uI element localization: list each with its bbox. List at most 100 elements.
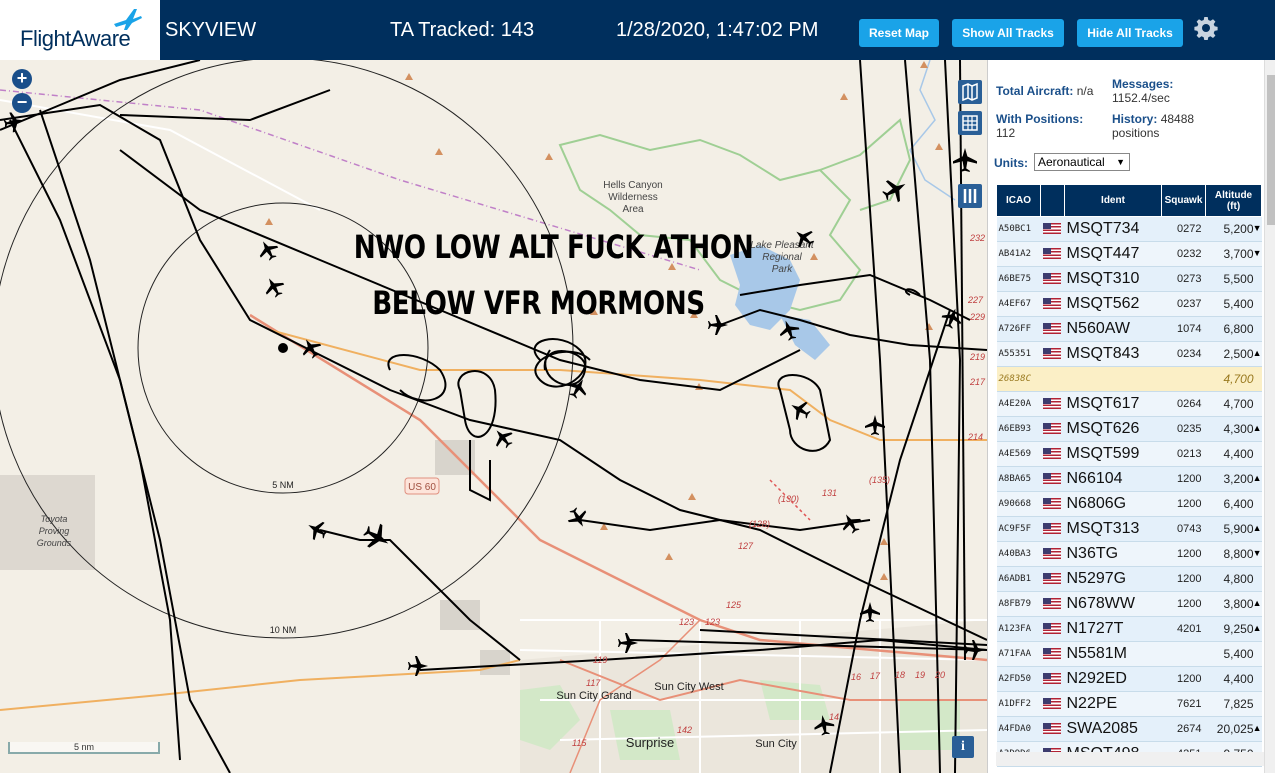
ident-cell: N560AW xyxy=(1064,316,1162,342)
units-select[interactable]: Aeronautical ▼ xyxy=(1034,153,1130,171)
place-label: Sun City Grand xyxy=(556,690,631,702)
squawk-cell: 0237 xyxy=(1161,291,1206,317)
table-row[interactable]: AB41A2 MSQT447 0232 3,700 ▼ xyxy=(996,241,1262,267)
us-flag-icon xyxy=(1042,423,1061,435)
flag-cell xyxy=(1040,366,1065,392)
columns-icon[interactable] xyxy=(958,184,982,208)
ident-cell: MSQT734 xyxy=(1064,216,1162,242)
table-row[interactable]: 26838C 4,700 xyxy=(996,366,1262,392)
vertical-scrollbar[interactable] xyxy=(1264,60,1275,773)
altitude-cell: 2,500 ▲ xyxy=(1205,341,1262,367)
table-row[interactable]: A4E20A MSQT617 0264 4,700 xyxy=(996,391,1262,417)
top-bar: FlightAware SKYVIEW TA Tracked: 143 1/28… xyxy=(0,0,1275,60)
show-all-tracks-button[interactable]: Show All Tracks xyxy=(952,19,1064,47)
svg-text:119: 119 xyxy=(593,655,607,665)
altitude-cell: 3,200 ▲ xyxy=(1205,466,1262,492)
us-flag-icon xyxy=(1042,223,1061,235)
squawk-cell: 0264 xyxy=(1161,391,1206,417)
zoom-in-button[interactable]: + xyxy=(12,69,32,89)
svg-text:20: 20 xyxy=(934,670,945,680)
altitude-value: 9,250 xyxy=(1223,622,1254,636)
ident-cell: N678WW xyxy=(1064,591,1162,617)
altitude-cell: 8,800 ▼ xyxy=(1205,541,1262,567)
table-row[interactable]: AC9F5F MSQT313 0743 5,900 ▲ xyxy=(996,516,1262,542)
table-row[interactable]: A6EB93 MSQT626 0235 4,300 ▲ xyxy=(996,416,1262,442)
svg-text:229: 229 xyxy=(969,312,985,322)
table-row[interactable]: A4E569 MSQT599 0213 4,400 xyxy=(996,441,1262,467)
hide-all-tracks-button[interactable]: Hide All Tracks xyxy=(1077,19,1183,47)
map-layers-icon[interactable] xyxy=(958,80,982,104)
us-flag-icon xyxy=(1042,523,1061,535)
table-row[interactable]: A6ADB1 N5297G 1200 4,800 xyxy=(996,566,1262,592)
altitude-value: 5,500 xyxy=(1223,272,1254,286)
table-row[interactable]: A55351 MSQT843 0234 2,500 ▲ xyxy=(996,341,1262,367)
climb-arrow-icon: ▲ xyxy=(1252,348,1262,358)
table-row[interactable]: A90668 N6806G 1200 6,400 xyxy=(996,491,1262,517)
gear-icon[interactable] xyxy=(1194,16,1218,40)
urban-area xyxy=(440,600,480,630)
table-row[interactable]: A8FB79 N678WW 1200 3,800 ▲ xyxy=(996,591,1262,617)
table-row[interactable]: A4EF67 MSQT562 0237 5,400 xyxy=(996,291,1262,317)
altitude-value: 4,400 xyxy=(1223,672,1254,686)
info-icon[interactable]: i xyxy=(952,736,974,758)
squawk-cell: 0273 xyxy=(1161,266,1206,292)
squawk-cell: 1200 xyxy=(1161,541,1206,567)
place-label: Wilderness xyxy=(608,192,657,203)
altitude-cell: 3,800 ▲ xyxy=(1205,591,1262,617)
grid-icon[interactable] xyxy=(958,111,982,135)
icao-cell: A8FB79 xyxy=(996,591,1041,617)
svg-text:117: 117 xyxy=(586,678,601,688)
column-header-altitude[interactable]: Altitude (ft) xyxy=(1205,184,1262,217)
us-flag-icon xyxy=(1042,573,1061,585)
altitude-cell: 5,500 xyxy=(1205,266,1262,292)
table-row[interactable]: A4FDA0 SWA2085 2674 20,025 ▲ xyxy=(996,716,1262,742)
altitude-cell: 4,400 xyxy=(1205,666,1262,692)
column-header-squawk[interactable]: Squawk xyxy=(1161,184,1206,217)
column-header-icao[interactable]: ICAO xyxy=(996,184,1041,217)
flag-cell xyxy=(1040,491,1065,517)
zoom-out-button[interactable]: − xyxy=(12,93,32,113)
us-flag-icon xyxy=(1042,723,1061,735)
altitude-cell: 4,400 xyxy=(1205,441,1262,467)
us-flag-icon xyxy=(1042,648,1061,660)
history-stat: History: 48488 positions xyxy=(1112,112,1194,140)
ident-cell: MSQT310 xyxy=(1064,266,1162,292)
map-canvas[interactable]: Hells Canyon Wilderness Area Lake Pleasa… xyxy=(0,60,987,773)
flag-cell xyxy=(1040,566,1065,592)
svg-text:(128): (128) xyxy=(749,519,770,529)
reset-map-button[interactable]: Reset Map xyxy=(859,19,939,47)
table-row[interactable]: A1DFF2 N22PE 7621 7,825 xyxy=(996,691,1262,717)
flag-cell xyxy=(1040,541,1065,567)
column-header-flag[interactable] xyxy=(1040,184,1065,217)
altitude-cell: 4,700 xyxy=(1205,366,1262,392)
table-row[interactable]: A726FF N560AW 1074 6,800 xyxy=(996,316,1262,342)
squawk-cell: 2674 xyxy=(1161,716,1206,742)
table-row[interactable]: A6BE75 MSQT310 0273 5,500 xyxy=(996,266,1262,292)
squawk-cell: 0235 xyxy=(1161,416,1206,442)
altitude-value: 4,800 xyxy=(1223,572,1254,586)
table-row[interactable]: A2FD50 N292ED 1200 4,400 xyxy=(996,666,1262,692)
icao-cell: A55351 xyxy=(996,341,1041,367)
horizontal-scrollbar[interactable] xyxy=(996,752,1264,766)
flag-cell xyxy=(1040,716,1065,742)
table-row[interactable]: A50BC1 MSQT734 0272 5,200 ▼ xyxy=(996,216,1262,242)
map-view[interactable]: Hells Canyon Wilderness Area Lake Pleasa… xyxy=(0,60,987,773)
table-row[interactable]: A123FA N1727T 4201 9,250 ▲ xyxy=(996,616,1262,642)
positions-label: With Positions: xyxy=(996,112,1084,126)
altitude-value: 6,800 xyxy=(1223,322,1254,336)
chevron-down-icon: ▼ xyxy=(1116,157,1125,167)
climb-arrow-icon: ▲ xyxy=(1252,523,1262,533)
table-row[interactable]: A8BA65 N66104 1200 3,200 ▲ xyxy=(996,466,1262,492)
column-header-ident[interactable]: Ident xyxy=(1064,184,1162,217)
us-flag-icon xyxy=(1042,498,1061,510)
table-row[interactable]: A71FAA N5581M 5,400 xyxy=(996,641,1262,667)
ident-cell xyxy=(1064,366,1162,392)
us-flag-icon xyxy=(1042,673,1061,685)
table-row[interactable]: A40BA3 N36TG 1200 8,800 ▼ xyxy=(996,541,1262,567)
squawk-cell: 1074 xyxy=(1161,316,1206,342)
place-label: Sun City West xyxy=(654,681,724,693)
flag-cell xyxy=(1040,441,1065,467)
flightaware-logo[interactable]: FlightAware xyxy=(0,0,160,60)
altitude-value: 2,500 xyxy=(1223,347,1254,361)
scrollbar-thumb[interactable] xyxy=(1267,75,1275,225)
